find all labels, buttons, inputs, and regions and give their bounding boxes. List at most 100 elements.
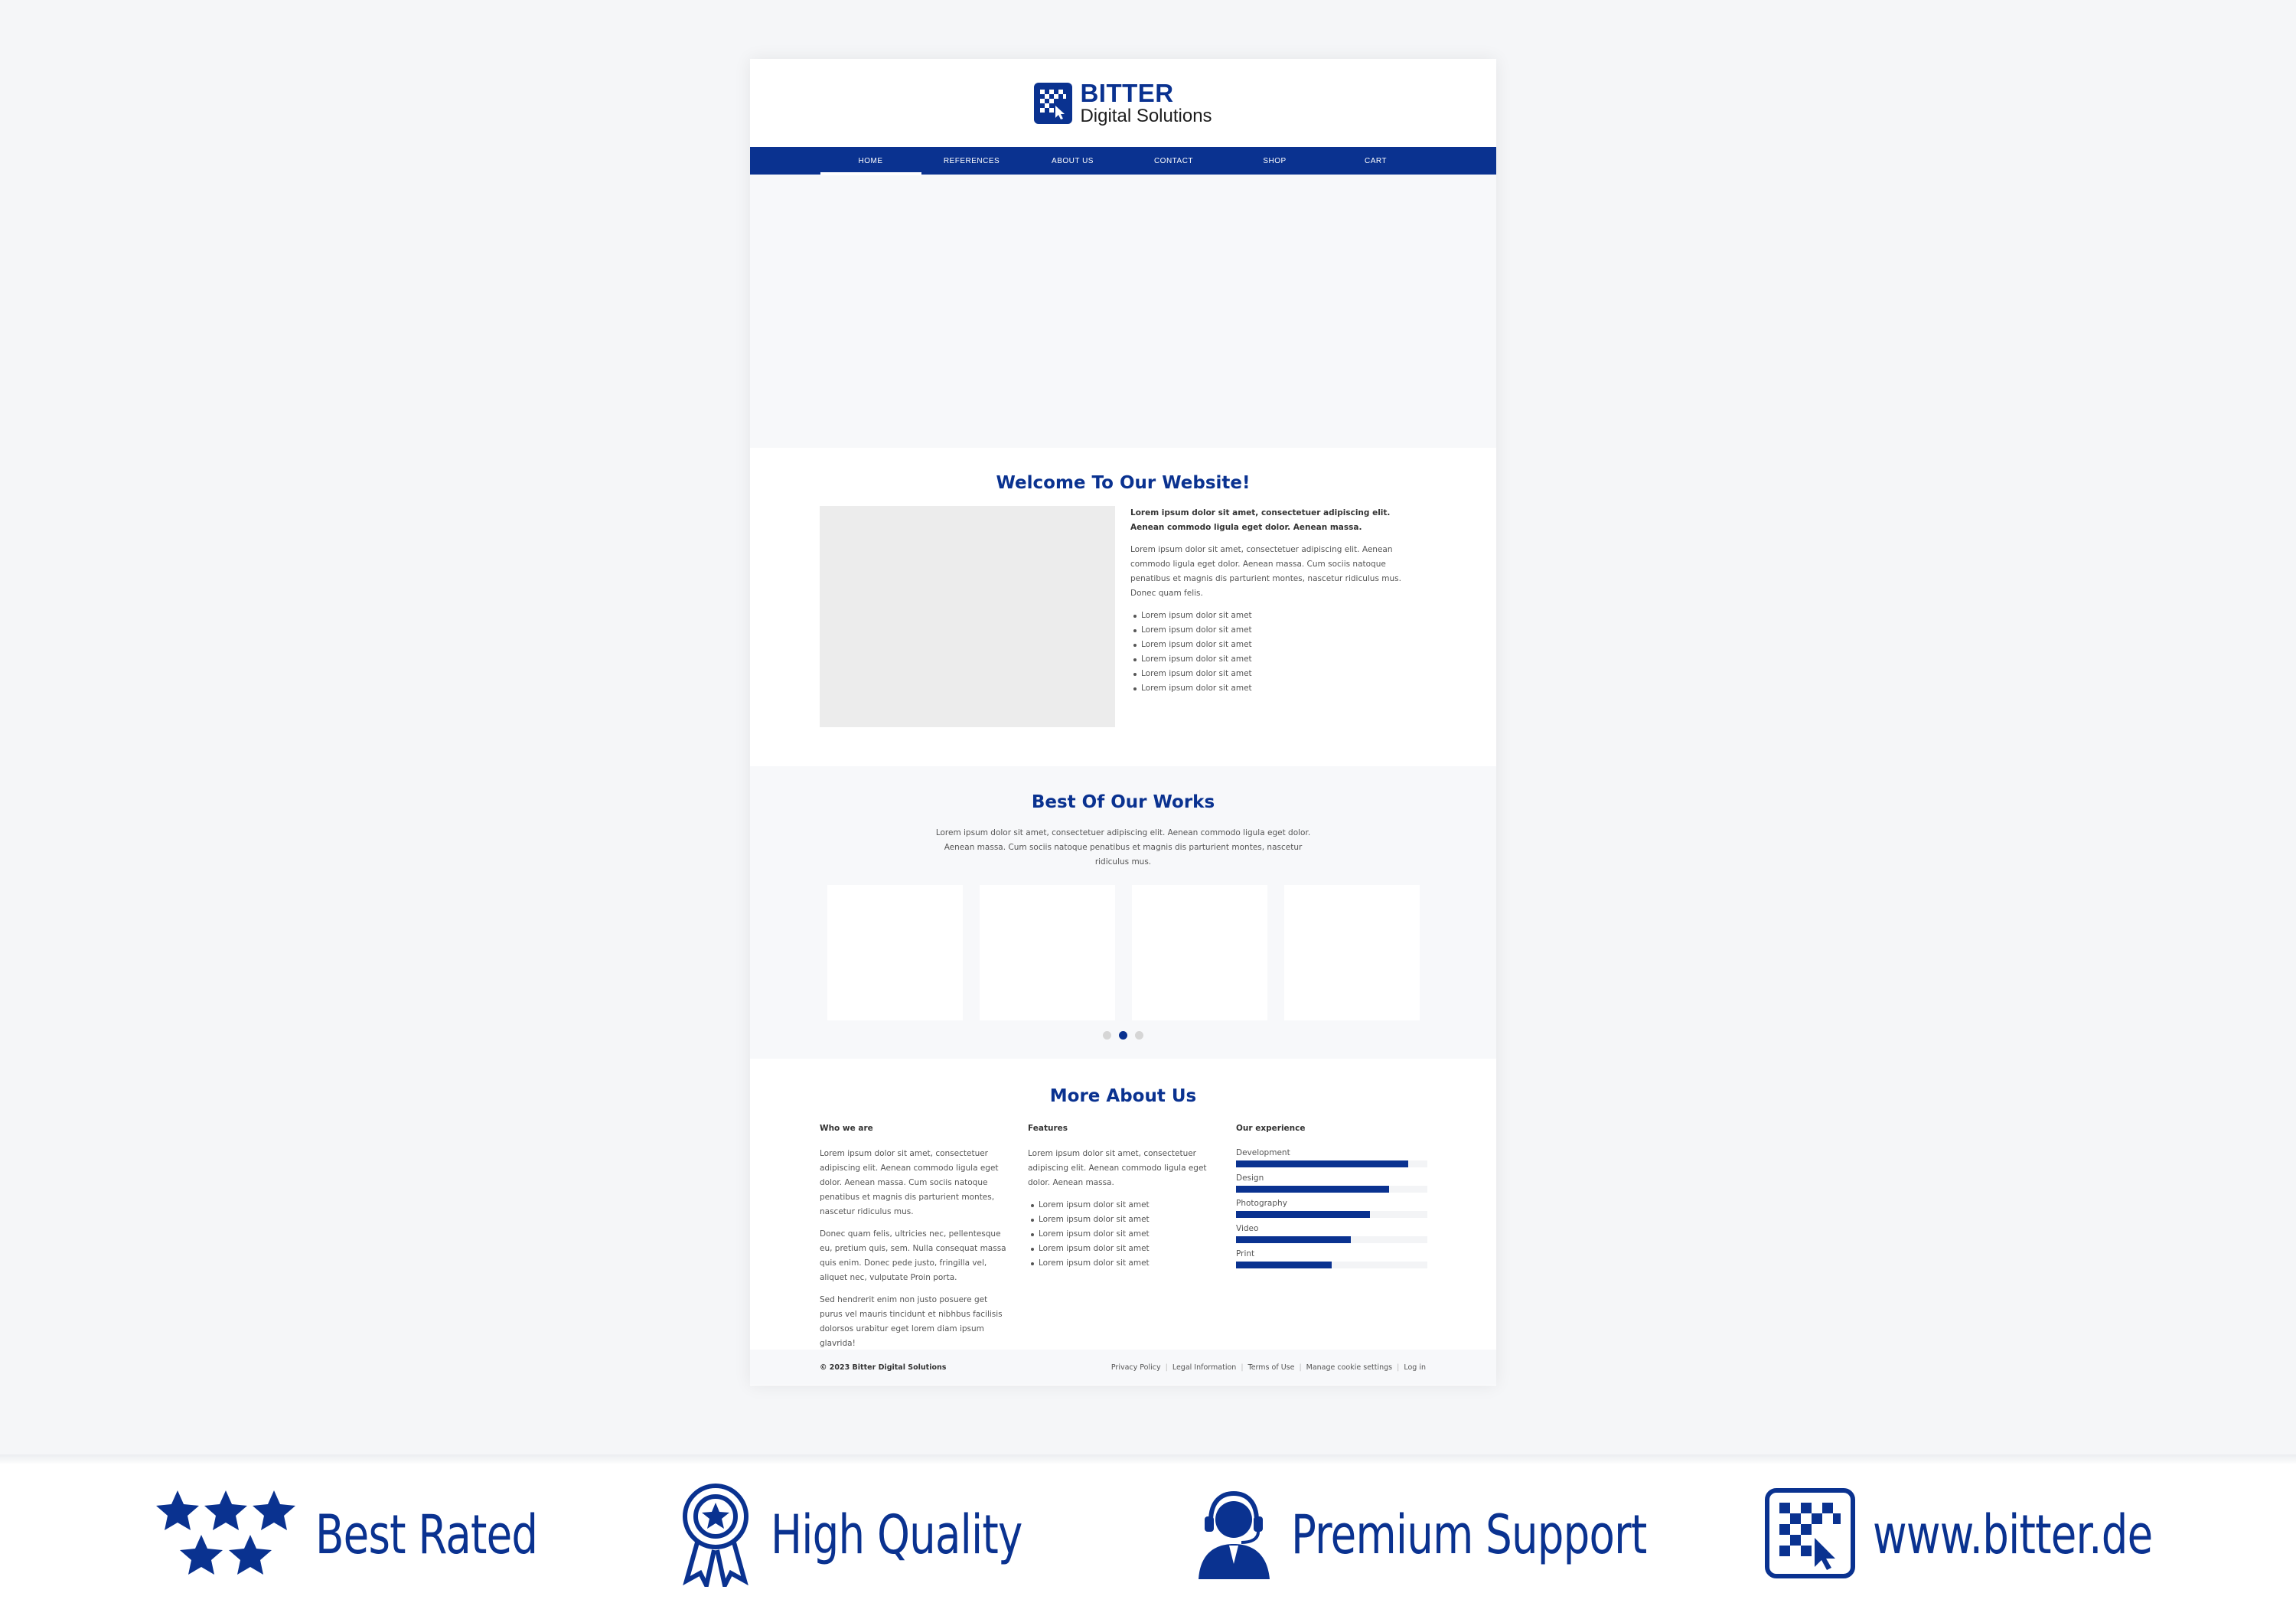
footer-divider: | [1397, 1363, 1400, 1372]
support-agent-icon [1194, 1487, 1274, 1582]
cookie-settings-link[interactable]: Manage cookie settings [1306, 1363, 1393, 1372]
carousel-dot-active[interactable] [1119, 1031, 1127, 1040]
who-we-are-heading: Who we are [820, 1124, 873, 1133]
list-item: Lorem ipsum dolor sit amet [1130, 667, 1421, 681]
skill-fill [1236, 1186, 1389, 1193]
best-rated-badge: Best Rated [153, 1464, 600, 1606]
skill-label: Development [1236, 1148, 1290, 1157]
features-list: Lorem ipsum dolor sit amet Lorem ipsum d… [1028, 1198, 1236, 1271]
skill-track [1236, 1262, 1427, 1268]
best-rated-label: Best Rated [315, 1503, 538, 1566]
footer-links: Privacy Policy | Legal Information | Terms… [1111, 1363, 1426, 1372]
stars-icon [153, 1487, 298, 1582]
features-heading: Features [1028, 1124, 1068, 1133]
legal-information-link[interactable]: Legal Information [1172, 1363, 1236, 1372]
carousel-dot[interactable] [1103, 1031, 1111, 1040]
experience-column: Our experience Development Design Photog… [1236, 1121, 1444, 1359]
skill-label: Design [1236, 1173, 1264, 1183]
hero-banner [750, 175, 1496, 448]
welcome-lead: Lorem ipsum dolor sit amet, consectetuer… [1130, 508, 1391, 532]
list-item: Lorem ipsum dolor sit amet [1130, 623, 1421, 638]
list-item: Lorem ipsum dolor sit amet [1130, 681, 1421, 696]
who-we-are-column: Who we are Lorem ipsum dolor sit amet, c… [820, 1121, 1028, 1359]
list-item: Lorem ipsum dolor sit amet [1130, 638, 1421, 652]
skill-bar: Photography [1236, 1197, 1444, 1218]
nav-home[interactable]: HOME [820, 147, 921, 175]
footer-divider: | [1299, 1363, 1302, 1372]
bitter-logo-icon [1034, 82, 1073, 124]
skill-fill [1236, 1211, 1370, 1218]
skill-track [1236, 1160, 1427, 1167]
privacy-policy-link[interactable]: Privacy Policy [1111, 1363, 1161, 1372]
list-item: Lorem ipsum dolor sit amet [1130, 609, 1421, 623]
welcome-image-placeholder [820, 506, 1115, 727]
skill-fill [1236, 1262, 1332, 1268]
about-section: More About Us Who we are Lorem ipsum dol… [750, 1059, 1496, 1350]
list-item: Lorem ipsum dolor sit amet [1028, 1227, 1236, 1242]
premium-support-badge: Premium Support [1194, 1464, 1746, 1606]
logo-subtitle: Digital Solutions [1080, 106, 1212, 126]
bitter-logo-icon [1764, 1487, 1856, 1582]
copyright-text: © 2023 Bitter Digital Solutions [820, 1363, 947, 1372]
award-ribbon-icon [677, 1480, 754, 1592]
who-paragraph: Sed hendrerit enim non justo posuere get… [820, 1295, 1003, 1348]
welcome-list: Lorem ipsum dolor sit amet Lorem ipsum d… [1130, 609, 1421, 696]
works-section: Best Of Our Works Lorem ipsum dolor sit … [750, 766, 1496, 1059]
feature-banner: Best Rated High Quality Premium Support … [0, 1464, 2296, 1606]
work-tile[interactable] [1131, 885, 1267, 1020]
skill-track [1236, 1236, 1427, 1243]
site-header: BITTER Digital Solutions [750, 59, 1496, 147]
works-carousel [750, 885, 1496, 1020]
work-tile[interactable] [979, 885, 1115, 1020]
experience-heading: Our experience [1236, 1124, 1306, 1133]
welcome-title: Welcome To Our Website! [996, 473, 1251, 493]
who-paragraph: Lorem ipsum dolor sit amet, consectetuer… [820, 1149, 999, 1216]
list-item: Lorem ipsum dolor sit amet [1028, 1242, 1236, 1256]
work-tile[interactable] [827, 885, 963, 1020]
skill-track [1236, 1186, 1427, 1193]
main-nav: HOME REFERENCES ABOUT US CONTACT SHOP CA… [750, 147, 1496, 175]
high-quality-badge: High Quality [677, 1464, 1093, 1606]
list-item: Lorem ipsum dolor sit amet [1130, 652, 1421, 667]
nav-shop[interactable]: SHOP [1225, 147, 1326, 175]
works-title: Best Of Our Works [1031, 792, 1215, 812]
skill-bar: Development [1236, 1147, 1444, 1167]
website-url-label[interactable]: www.bitter.de [1873, 1503, 2153, 1566]
carousel-dot[interactable] [1135, 1031, 1143, 1040]
nav-references[interactable]: REFERENCES [921, 147, 1022, 175]
works-subtitle: Lorem ipsum dolor sit amet, consectetuer… [935, 828, 1311, 867]
skill-label: Video [1236, 1224, 1259, 1233]
premium-support-label: Premium Support [1291, 1503, 1647, 1566]
website-badge: www.bitter.de [1764, 1464, 2232, 1606]
skill-bar: Print [1236, 1248, 1444, 1268]
skill-label: Photography [1236, 1199, 1287, 1208]
carousel-pagination [750, 1031, 1496, 1040]
list-item: Lorem ipsum dolor sit amet [1028, 1256, 1236, 1271]
log-in-link[interactable]: Log in [1404, 1363, 1426, 1372]
skill-bar: Design [1236, 1172, 1444, 1193]
nav-cart[interactable]: CART [1326, 147, 1427, 175]
terms-of-use-link[interactable]: Terms of Use [1248, 1363, 1295, 1372]
skill-bar: Video [1236, 1222, 1444, 1243]
features-paragraph: Lorem ipsum dolor sit amet, consectetuer… [1028, 1149, 1207, 1187]
features-column: Features Lorem ipsum dolor sit amet, con… [1028, 1121, 1236, 1359]
list-item: Lorem ipsum dolor sit amet [1028, 1198, 1236, 1213]
nav-about-us[interactable]: ABOUT US [1022, 147, 1124, 175]
list-item: Lorem ipsum dolor sit amet [1028, 1213, 1236, 1227]
footer-divider: | [1165, 1363, 1168, 1372]
skill-label: Print [1236, 1249, 1255, 1258]
site-logo[interactable]: BITTER Digital Solutions [1034, 80, 1212, 126]
high-quality-label: High Quality [771, 1503, 1022, 1566]
about-title: More About Us [1049, 1086, 1197, 1106]
skill-fill [1236, 1160, 1408, 1167]
work-tile[interactable] [1283, 885, 1420, 1020]
skill-fill [1236, 1236, 1351, 1243]
welcome-paragraph: Lorem ipsum dolor sit amet, consectetuer… [1130, 545, 1401, 598]
who-paragraph: Donec quam felis, ultricies nec, pellent… [820, 1229, 1006, 1282]
skill-track [1236, 1211, 1427, 1218]
welcome-section: Welcome To Our Website! Lorem ipsum dolo… [750, 448, 1496, 766]
nav-contact[interactable]: CONTACT [1124, 147, 1225, 175]
footer-divider: | [1241, 1363, 1244, 1372]
logo-title: BITTER [1080, 79, 1174, 107]
website-preview: BITTER Digital Solutions HOME REFERENCES… [750, 59, 1496, 1386]
